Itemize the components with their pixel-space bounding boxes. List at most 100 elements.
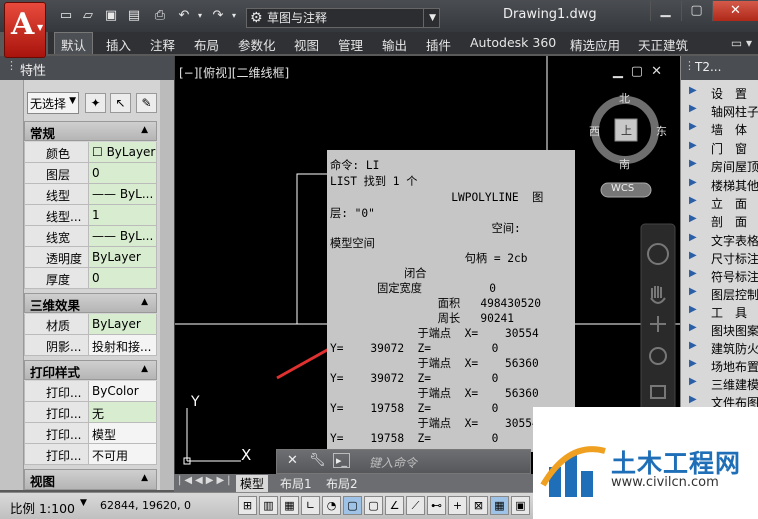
quick-select-button[interactable]: ✎ (136, 93, 157, 113)
property-row[interactable]: 阴影... 投射和接... (24, 335, 157, 356)
workspace-select[interactable]: ⚙ 草图与注释 ▼ (246, 8, 440, 28)
property-value[interactable]: 投射和接... (89, 335, 157, 356)
property-value[interactable]: ByColor (89, 381, 157, 402)
property-row[interactable]: 打印... 不可用 (24, 444, 157, 465)
property-value[interactable]: —— ByL... (89, 184, 157, 205)
section-plot-style[interactable]: 打印样式 ▲ (24, 360, 157, 380)
tool-palette-item[interactable]: ▶ 设 置 (681, 84, 758, 102)
property-row[interactable]: 透明度 ByLayer (24, 247, 157, 268)
property-value[interactable]: 不可用 (89, 444, 157, 465)
toggle-pickadd-button[interactable]: ✦ (85, 93, 106, 113)
property-value[interactable]: ByLayer (89, 314, 157, 335)
redo-icon[interactable]: ↷ (210, 8, 226, 24)
palette-header[interactable]: ⋮ 特性 (0, 56, 174, 80)
property-value[interactable]: 模型 (89, 423, 157, 444)
tab-default[interactable]: 默认 (54, 32, 94, 54)
annotation-scale[interactable]: 比例 1:100 (10, 498, 75, 517)
tool-palette-item[interactable]: ▶ 墙 体 (681, 120, 758, 138)
property-row[interactable]: 打印... 模型 (24, 423, 157, 444)
ortho-mode-button[interactable]: ∟ (301, 496, 320, 515)
save-icon[interactable]: ▣ (103, 8, 119, 24)
property-value[interactable]: 无 (89, 402, 157, 423)
grid-display-button[interactable]: ▦ (280, 496, 299, 515)
grip-icon[interactable]: ⋮ (684, 59, 695, 72)
section-3d-effects[interactable]: 三维效果 ▲ (24, 293, 157, 313)
tool-palette-item[interactable]: ▶ 轴网柱子 (681, 102, 758, 120)
tool-palette-item[interactable]: ▶ 房间屋顶 (681, 157, 758, 175)
tab-layout[interactable]: 布局 (194, 35, 219, 54)
undo-icon[interactable]: ↶ (176, 8, 192, 24)
property-row[interactable]: 材质 ByLayer (24, 314, 157, 335)
tool-palette-item[interactable]: ▶ 图层控制 (681, 285, 758, 303)
property-row[interactable]: 线型 —— ByL... (24, 184, 157, 205)
object-snap-button[interactable]: ▢ (343, 496, 362, 515)
tool-palette-item[interactable]: ▶ 三维建模 (681, 375, 758, 393)
undo-dropdown-icon[interactable]: ▾ (192, 8, 208, 24)
tab-autodesk-360[interactable]: Autodesk 360 (470, 35, 556, 50)
snap-mode-button[interactable]: ▥ (259, 496, 278, 515)
quick-properties-button[interactable]: ▦ (490, 496, 509, 515)
tab-parametric[interactable]: 参数化 (238, 35, 276, 54)
close-icon[interactable]: ✕ (287, 453, 298, 468)
polar-tracking-button[interactable]: ◔ (322, 496, 341, 515)
tool-palette-item[interactable]: ▶ 符号标注 (681, 267, 758, 285)
tab-plugins[interactable]: 插件 (426, 35, 451, 54)
command-line[interactable]: ✕ 🔧︎ ▸_ 键入命令 (276, 449, 531, 474)
tab-annotate[interactable]: 注释 (150, 35, 175, 54)
tab-manage[interactable]: 管理 (338, 35, 363, 54)
property-value[interactable]: ☐ ByLayer (89, 142, 157, 163)
property-row[interactable]: 厚度 0 (24, 268, 157, 289)
tool-palette-item[interactable]: ▶ 文字表格 (681, 231, 758, 249)
select-objects-button[interactable]: ↖ (110, 93, 131, 113)
cursor-coordinates[interactable]: 62844, 19620, 0 (100, 499, 191, 512)
tool-palette-item[interactable]: ▶ 尺寸标注 (681, 249, 758, 267)
new-file-icon[interactable]: ▭ (58, 8, 74, 24)
minimize-button[interactable]: ▁ (650, 1, 680, 21)
save-as-icon[interactable]: ▤ (126, 8, 142, 24)
chevron-down-icon[interactable]: ▼ (80, 498, 87, 508)
tool-palette-header[interactable]: ⋮ T2... (681, 56, 758, 80)
dynamic-input-button[interactable]: ⊷ (427, 496, 446, 515)
property-row[interactable]: 打印... ByColor (24, 381, 157, 402)
tab-output[interactable]: 输出 (382, 35, 407, 54)
property-row[interactable]: 线宽 —— ByL... (24, 226, 157, 247)
tool-palette-item[interactable]: ▶ 工 具 (681, 303, 758, 321)
property-row[interactable]: 打印... 无 (24, 402, 157, 423)
tool-palette-item[interactable]: ▶ 剖 面 (681, 212, 758, 230)
section-general[interactable]: 常规 ▲ (24, 121, 157, 141)
tool-palette-item[interactable]: ▶ 门 窗 (681, 139, 758, 157)
selection-cycling-button[interactable]: ▣ (511, 496, 530, 515)
grip-icon[interactable]: ⋮ (6, 59, 17, 72)
palette-sidebar[interactable] (0, 80, 24, 490)
property-row[interactable]: 线型... 1 (24, 205, 157, 226)
section-view[interactable]: 视图 ▲ (24, 469, 157, 490)
wrench-icon[interactable]: 🔧︎ (309, 453, 326, 468)
property-row[interactable]: 颜色 ☐ ByLayer (24, 142, 157, 163)
command-prompt-icon[interactable]: ▸_ (333, 453, 351, 468)
print-icon[interactable]: ⎙ (152, 8, 168, 24)
tool-palette-item[interactable]: ▶ 楼梯其他 (681, 176, 758, 194)
property-value[interactable]: 0 (89, 268, 157, 289)
tab-insert[interactable]: 插入 (106, 35, 131, 54)
dynamic-ucs-button[interactable]: ⟋ (406, 496, 425, 515)
transparency-button[interactable]: ⊠ (469, 496, 488, 515)
close-window-button[interactable]: ✕ (712, 1, 758, 21)
tab-view[interactable]: 视图 (294, 35, 319, 54)
infer-constraints-button[interactable]: ⊞ (238, 496, 257, 515)
property-value[interactable]: —— ByL... (89, 226, 157, 247)
property-value[interactable]: 0 (89, 163, 157, 184)
redo-dropdown-icon[interactable]: ▾ (226, 8, 242, 24)
property-value[interactable]: 1 (89, 205, 157, 226)
open-file-icon[interactable]: ▱ (80, 8, 96, 24)
lineweight-button[interactable]: + (448, 496, 467, 515)
object-snap-tracking-button[interactable]: ∠ (385, 496, 404, 515)
tool-palette-item[interactable]: ▶ 建筑防火 (681, 339, 758, 357)
tab-tangent-architecture[interactable]: 天正建筑 (638, 35, 688, 54)
property-value[interactable]: ByLayer (89, 247, 157, 268)
selection-select[interactable]: 无选择 ▼ (27, 92, 79, 114)
palette-scrollbar[interactable] (160, 80, 174, 490)
tab-model[interactable]: 模型 (236, 475, 269, 492)
tab-layout1[interactable]: 布局1 (276, 475, 316, 492)
layout-nav-arrows-icon[interactable]: |◀◀▶▶| (178, 475, 234, 486)
ribbon-minimize-icon[interactable]: ▭ ▾ (731, 36, 752, 50)
